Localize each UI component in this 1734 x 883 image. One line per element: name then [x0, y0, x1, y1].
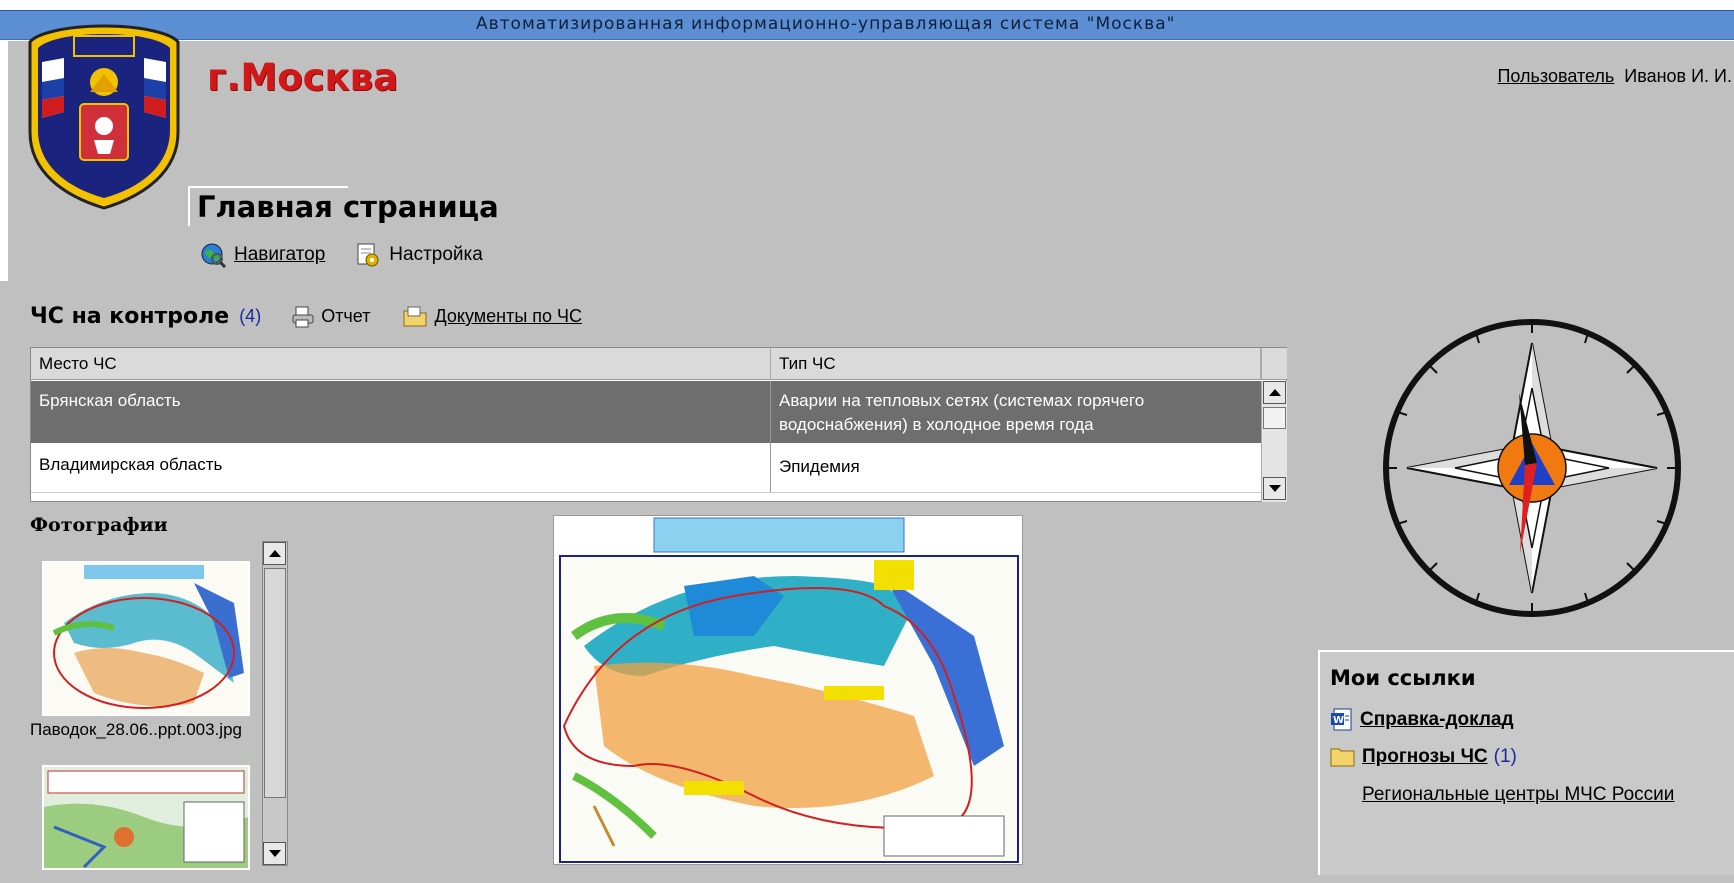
- scroll-down-button[interactable]: [1263, 477, 1286, 500]
- photos-title: Фотографии: [30, 514, 168, 536]
- folder-icon: [1330, 748, 1355, 767]
- flood-map-thumbnail-image: [44, 563, 248, 714]
- page-title: Главная страница: [197, 190, 499, 224]
- settings-sheet-icon: [357, 243, 379, 267]
- emchs-moscow-emblem: [28, 24, 180, 210]
- column-header-place[interactable]: Место ЧС: [31, 348, 771, 380]
- table-row[interactable]: Владимирская область Эпидемия: [31, 443, 1261, 493]
- user-name: Иванов И. И.: [1624, 66, 1732, 86]
- user-info: Пользователь Иванов И. И.: [1497, 66, 1732, 87]
- documents-label: Документы по ЧС: [434, 306, 583, 326]
- report-label: Отчет: [321, 306, 371, 326]
- top-cropped-caption: [0, 0, 1734, 10]
- folder-icon: [403, 306, 427, 326]
- emergencies-table: Место ЧС Тип ЧС Брянская область Аварии …: [30, 347, 1287, 502]
- left-edge: [0, 41, 8, 281]
- scroll-thumb[interactable]: [1263, 407, 1286, 429]
- arrow-up-icon: [1268, 389, 1281, 396]
- table-row[interactable]: Брянская область Аварии на тепловых сетя…: [31, 381, 1261, 443]
- arrow-down-icon: [268, 850, 281, 857]
- main-nav: Навигатор Настройка: [200, 242, 483, 268]
- photo-caption: Паводок_28.06..ppt.003.jpg: [30, 720, 242, 739]
- report-button[interactable]: Отчет: [291, 305, 370, 329]
- photos-scrollbar[interactable]: [262, 541, 288, 866]
- link-count: (1): [1493, 746, 1517, 767]
- word-doc-icon: W: [1331, 708, 1352, 731]
- link-label[interactable]: Справка-доклад: [1360, 709, 1514, 731]
- table-header-corner: [1261, 348, 1287, 380]
- table-scrollbar[interactable]: [1261, 381, 1287, 502]
- link-item[interactable]: Прогнозы ЧС (1): [1330, 746, 1517, 768]
- navigator-button[interactable]: Навигатор: [200, 242, 325, 268]
- photo-thumbnail[interactable]: [42, 561, 250, 716]
- photos-scroll-thumb[interactable]: [264, 568, 286, 798]
- column-header-type[interactable]: Тип ЧС: [771, 348, 1261, 380]
- emergencies-title: ЧС на контроле: [30, 304, 230, 329]
- settings-label: Настройка: [389, 244, 483, 265]
- photos-scroll-down-button[interactable]: [263, 842, 286, 865]
- link-label[interactable]: Прогнозы ЧС: [1362, 746, 1488, 768]
- city-name: г.Москва: [207, 56, 399, 99]
- svg-text:W: W: [1333, 715, 1344, 726]
- system-title-bar: Автоматизированная информационно-управля…: [0, 10, 1734, 40]
- navigator-label: Навигатор: [234, 244, 326, 265]
- system-title: Автоматизированная информационно-управля…: [476, 14, 1176, 34]
- photos-scroll-up-button[interactable]: [263, 542, 286, 565]
- globe-search-icon: [201, 243, 226, 268]
- emergencies-count: (4): [239, 306, 262, 326]
- settings-button[interactable]: Настройка: [355, 242, 483, 268]
- arrow-up-icon: [268, 550, 281, 557]
- emergencies-header: ЧС на контроле (4) Отчет Документы по ЧС: [30, 304, 604, 329]
- map-thumbnail-image: [44, 767, 248, 868]
- arrow-down-icon: [1268, 485, 1281, 492]
- cell-type: Эпидемия: [779, 457, 860, 476]
- documents-button[interactable]: Документы по ЧС: [402, 305, 582, 329]
- cell-place: Брянская область: [31, 381, 771, 443]
- table-header: Место ЧС Тип ЧС: [31, 348, 1261, 380]
- my-links-panel: Мои ссылки W Справка-доклад Прогнозы ЧС …: [1318, 650, 1734, 875]
- my-links-title: Мои ссылки: [1330, 666, 1476, 690]
- flood-map-image: [554, 516, 1022, 864]
- user-link[interactable]: Пользователь: [1497, 66, 1614, 86]
- link-item[interactable]: Региональные центры МЧС России: [1362, 784, 1674, 806]
- link-item[interactable]: W Справка-доклад: [1330, 708, 1514, 732]
- photo-thumbnail[interactable]: [42, 765, 250, 870]
- scroll-up-button[interactable]: [1263, 381, 1286, 404]
- printer-report-icon: [292, 306, 314, 327]
- cell-type: Аварии на тепловых сетях (системах горяч…: [779, 391, 1145, 434]
- link-label[interactable]: Региональные центры МЧС России: [1362, 784, 1674, 806]
- cell-place: Владимирская область: [31, 443, 771, 492]
- selected-photo-preview[interactable]: [553, 515, 1023, 865]
- compass-emblem: [1383, 319, 1681, 617]
